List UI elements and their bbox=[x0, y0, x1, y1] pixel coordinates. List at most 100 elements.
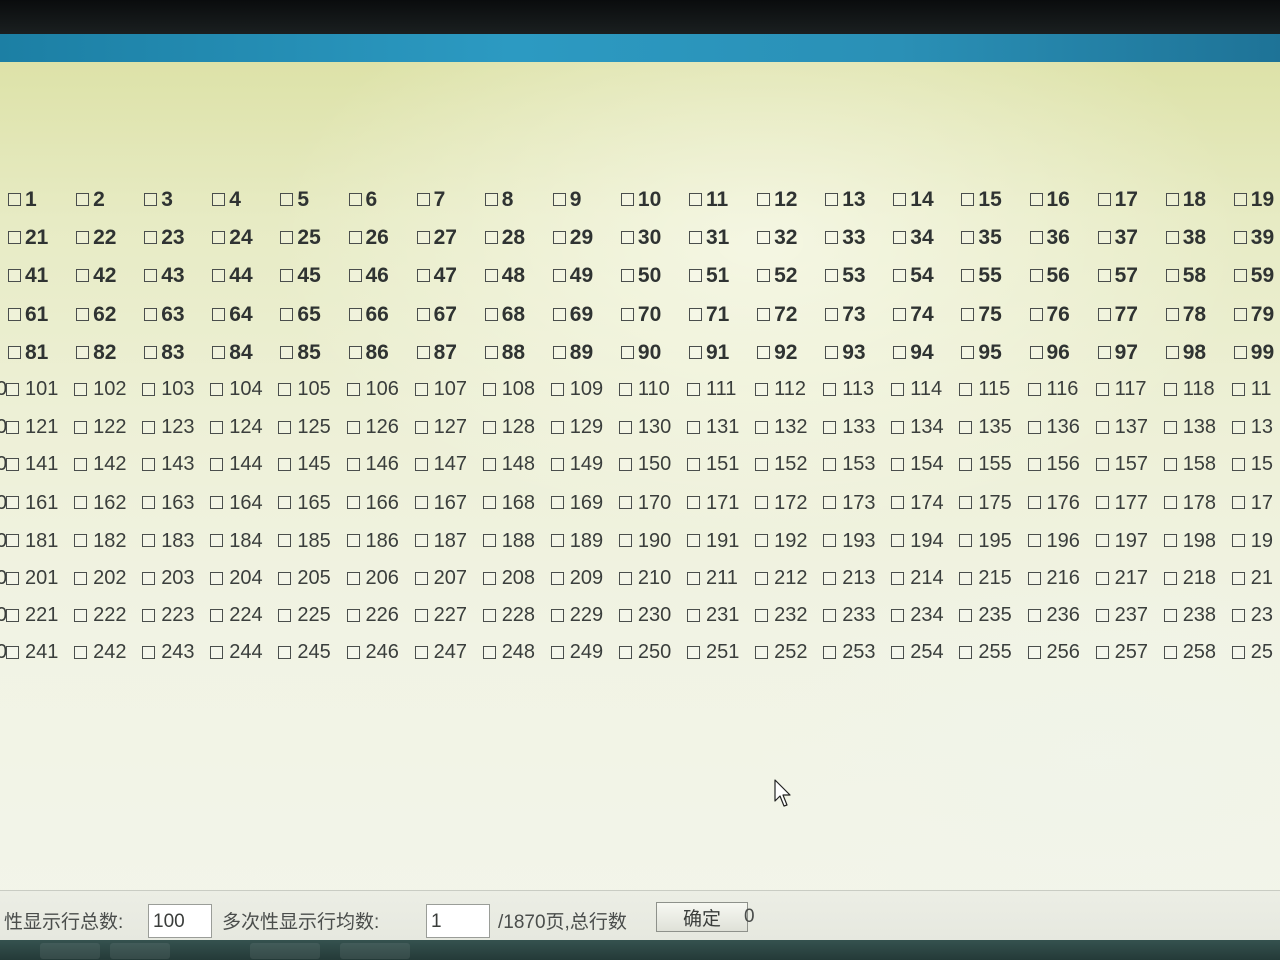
checkbox-square[interactable] bbox=[1095, 534, 1109, 548]
checkbox-square[interactable] bbox=[346, 457, 360, 471]
checkbox-square[interactable] bbox=[687, 496, 700, 510]
checkbox-item[interactable]: 63 bbox=[144, 304, 185, 325]
checkbox-square[interactable] bbox=[346, 496, 360, 510]
checkbox-square[interactable] bbox=[891, 496, 905, 510]
checkbox-item[interactable]: 245 bbox=[278, 642, 331, 662]
checkbox-square[interactable] bbox=[8, 193, 21, 206]
checkbox-square[interactable] bbox=[961, 345, 975, 359]
checkbox-item[interactable]: 84 bbox=[212, 342, 253, 363]
checkbox-item[interactable]: 194 bbox=[891, 531, 944, 551]
checkbox-item[interactable]: 92 bbox=[757, 342, 797, 363]
checkbox-item[interactable]: 196 bbox=[1027, 531, 1080, 551]
checkbox-square[interactable] bbox=[346, 420, 360, 434]
checkbox-square[interactable] bbox=[1165, 269, 1179, 283]
checkbox-square[interactable] bbox=[1095, 571, 1109, 585]
checkbox-square[interactable] bbox=[893, 193, 907, 206]
checkbox-square[interactable] bbox=[1027, 496, 1041, 510]
checkbox-square[interactable] bbox=[212, 193, 226, 206]
checkbox-square[interactable] bbox=[825, 345, 839, 359]
checkbox-item[interactable]: 79 bbox=[1233, 304, 1274, 325]
checkbox-item[interactable]: 251 bbox=[687, 642, 739, 662]
checkbox-item[interactable]: 53 bbox=[825, 265, 866, 286]
checkbox-square[interactable] bbox=[346, 608, 360, 622]
checkbox-item[interactable]: 43 bbox=[144, 265, 185, 286]
checkbox-item[interactable]: 73 bbox=[825, 304, 866, 325]
checkbox-square[interactable] bbox=[891, 534, 905, 548]
checkbox-item[interactable]: 137 bbox=[1095, 417, 1148, 437]
checkbox-item[interactable]: 234 bbox=[891, 605, 944, 625]
checkbox-square[interactable] bbox=[1233, 269, 1247, 283]
checkbox-square[interactable] bbox=[74, 382, 88, 396]
checkbox-square[interactable] bbox=[280, 193, 294, 206]
checkbox-item[interactable]: 47 bbox=[416, 265, 457, 286]
checkbox-item[interactable]: 91 bbox=[689, 342, 729, 363]
checkbox-item[interactable]: 144 bbox=[210, 454, 263, 474]
checkbox-square[interactable] bbox=[210, 382, 224, 396]
checkbox-item[interactable]: 214 bbox=[891, 568, 944, 588]
checkbox-item[interactable]: 78 bbox=[1165, 304, 1206, 325]
checkbox-square[interactable] bbox=[823, 534, 837, 548]
checkbox-square[interactable] bbox=[891, 457, 905, 471]
checkbox-item[interactable]: 62 bbox=[76, 304, 116, 325]
checkbox-item[interactable]: 238 bbox=[1163, 605, 1216, 625]
checkbox-item[interactable]: 212 bbox=[755, 568, 807, 588]
checkbox-square[interactable] bbox=[142, 571, 156, 585]
checkbox-square[interactable] bbox=[1165, 193, 1179, 206]
checkbox-item[interactable]: 89 bbox=[552, 342, 593, 363]
checkbox-square[interactable] bbox=[280, 307, 294, 321]
checkbox-square[interactable] bbox=[484, 269, 498, 283]
checkbox-square[interactable] bbox=[74, 608, 88, 622]
checkbox-square[interactable] bbox=[76, 269, 90, 283]
checkbox-square[interactable] bbox=[414, 496, 428, 510]
checkbox-item[interactable]: 106 bbox=[346, 379, 399, 399]
checkbox-item[interactable]: 2 bbox=[76, 189, 105, 210]
checkbox-square[interactable] bbox=[1027, 457, 1041, 471]
checkbox-square[interactable] bbox=[482, 534, 496, 548]
checkbox-square[interactable] bbox=[1027, 534, 1041, 548]
checkbox-square[interactable] bbox=[1029, 193, 1043, 206]
checkbox-square[interactable] bbox=[687, 645, 700, 659]
checkbox-item[interactable]: 21 bbox=[1231, 568, 1273, 588]
checkbox-item[interactable]: 121 bbox=[6, 417, 58, 437]
checkbox-square[interactable] bbox=[1163, 534, 1177, 548]
checkbox-square[interactable] bbox=[1231, 608, 1245, 622]
checkbox-square[interactable] bbox=[346, 571, 360, 585]
checkbox-square[interactable] bbox=[891, 420, 905, 434]
checkbox-square[interactable] bbox=[825, 231, 839, 245]
checkbox-item[interactable]: 176 bbox=[1027, 493, 1080, 513]
checkbox-square[interactable] bbox=[552, 269, 566, 283]
checkbox-item[interactable]: 83 bbox=[144, 342, 185, 363]
checkbox-square[interactable] bbox=[1163, 382, 1177, 396]
checkbox-item[interactable]: 197 bbox=[1095, 531, 1148, 551]
checkbox-item[interactable]: 97 bbox=[1097, 342, 1138, 363]
checkbox-square[interactable] bbox=[1233, 345, 1247, 359]
page-number-input[interactable]: 1 bbox=[426, 904, 490, 938]
checkbox-square[interactable] bbox=[620, 307, 634, 321]
checkbox-item[interactable]: 94 bbox=[893, 342, 934, 363]
checkbox-item[interactable]: 138 bbox=[1163, 417, 1216, 437]
checkbox-item[interactable]: 254 bbox=[891, 642, 944, 662]
checkbox-item[interactable]: 229 bbox=[550, 605, 603, 625]
checkbox-item[interactable]: 122 bbox=[74, 417, 126, 437]
checkbox-item[interactable]: 7 bbox=[416, 189, 445, 210]
checkbox-item[interactable]: 145 bbox=[278, 454, 331, 474]
checkbox-square[interactable] bbox=[74, 534, 88, 548]
checkbox-item[interactable]: 186 bbox=[346, 531, 399, 551]
checkbox-item[interactable]: 9 bbox=[552, 189, 581, 210]
checkbox-square[interactable] bbox=[1165, 345, 1179, 359]
checkbox-item[interactable]: 116 bbox=[1027, 379, 1078, 399]
checkbox-square[interactable] bbox=[348, 193, 362, 206]
checkbox-square[interactable] bbox=[1233, 307, 1247, 321]
checkbox-square[interactable] bbox=[1163, 457, 1177, 471]
checkbox-square[interactable] bbox=[959, 608, 973, 622]
checkbox-item[interactable]: 61 bbox=[8, 304, 48, 325]
checkbox-square[interactable] bbox=[414, 645, 428, 659]
checkbox-square[interactable] bbox=[212, 231, 226, 245]
checkbox-square[interactable] bbox=[1095, 496, 1109, 510]
checkbox-item[interactable]: 70 bbox=[620, 304, 661, 325]
checkbox-square[interactable] bbox=[893, 345, 907, 359]
checkbox-square[interactable] bbox=[755, 534, 769, 548]
checkbox-square[interactable] bbox=[210, 420, 224, 434]
checkbox-item[interactable]: 112 bbox=[755, 379, 806, 399]
checkbox-item[interactable]: 3 bbox=[144, 189, 173, 210]
